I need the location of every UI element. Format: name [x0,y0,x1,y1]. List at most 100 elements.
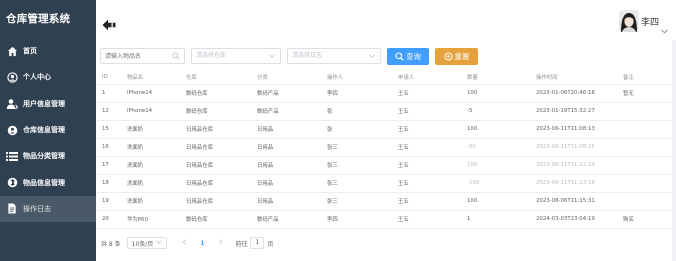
col-remark-cell [617,102,672,121]
back-arrow-icon[interactable] [102,16,116,31]
col-quantity-cell: 100 [461,120,530,139]
warehouse-select[interactable]: 请选择仓库 [191,48,281,64]
col-remark-cell [617,156,672,175]
col-category-header: 分类 [251,70,321,85]
col-applicant-cell: 王五 [392,156,461,175]
col-operator-cell: 张三 [321,156,392,175]
col-applicant-cell: 王五 [392,120,461,139]
col-operator-cell: 张三 [321,174,392,193]
col-remark-cell: 暂无 [617,84,672,103]
chevron-down-icon [156,240,162,247]
col-applicant-cell: 王五 [392,84,461,103]
filter-toolbar: 请选择仓库 请选择日志 查询 [96,48,672,65]
table-row[interactable]: 1 iPhone14 数码仓库 数码产品 李四 王五 100 2023-01-06T20:46… [96,84,672,103]
page-suffix: 页 [267,240,274,248]
pagination: 共 8 条 10条/页 1 前往 1 页 [96,237,672,249]
sidebar-item-profile[interactable]: 个人中心 [0,64,96,90]
col-applicant-cell: 王五 [392,174,461,193]
table-row[interactable]: 19 洗面奶 日用品仓库 日用品 张三 王五 100 2023-08-06T11:15:31 [96,192,672,211]
table-row[interactable]: 12 iPhone14 数码仓库 数码产品张王五 -5 2023-01-19T15:32:… [96,102,672,121]
col-id-header: ID [96,70,121,85]
app-title: 仓库管理系统 [6,13,71,25]
col-item-name-cell: 洗面奶 [121,138,180,157]
col-operator-cell: 张三 [321,192,392,211]
col-id-cell: 16 [96,138,121,157]
col-warehouse-header: 仓库 [180,70,251,85]
sidebar-item-logs[interactable]: 操作日志 [0,195,96,223]
col-quantity-cell: 100 [461,192,530,211]
goto-label: 前往 [235,240,248,248]
col-quantity-header: 数量 [461,70,530,85]
col-id-cell: 1 [96,84,121,103]
sidebar-item-home[interactable]: 首页 [0,38,96,64]
page-number[interactable]: 1 [197,240,207,247]
sidebar-item-label: 物品分类管理 [23,152,65,161]
warehouse-select-placeholder: 请选择仓库 [196,52,227,59]
col-warehouse-cell: 数码仓库 [180,84,251,103]
operation-select[interactable]: 请选择日志 [287,48,381,64]
next-page-button[interactable] [215,239,225,247]
col-item-name-header: 物品名 [121,70,180,85]
table-row[interactable]: 15 洗面奶 日用品仓库 日用品张王五 100 2023-06-11T11:08:13 [96,120,672,139]
query-button[interactable]: 查询 [387,48,429,65]
col-id-cell: 20 [96,210,121,229]
col-remark-cell [617,192,672,211]
search-icon [172,52,180,60]
chevron-down-icon [368,52,376,60]
col-operation-time-cell: 2023-01-19T15:32:27 [530,102,617,121]
col-remark-cell [617,120,672,139]
col-warehouse-cell: 日用品仓库 [180,174,251,193]
col-applicant-cell: 王五 [392,192,461,211]
list-icon [6,150,18,162]
col-id-cell: 15 [96,120,121,139]
user-name: 李四 [640,17,659,28]
table-row[interactable]: 16 洗面奶 日用品仓库 日用品 张三 王五 -50 2023-06-11T11:08:25 [96,138,672,157]
user-menu[interactable]: 李四 [618,10,668,33]
sidebar-item-label: 仓库信息管理 [23,126,65,135]
col-operator-cell: 张 [321,102,392,121]
col-remark-cell: 购买 [617,210,672,229]
reset-icon [444,52,453,61]
goto-page-input[interactable]: 1 [250,237,265,249]
col-operation-time-cell: 2023-06-11T11:13:18 [530,174,617,193]
col-category-cell: 数码产品 [251,84,321,103]
log-table: ID 物品名 仓库 分类 操作人 申请人 数量 操作时间 备注 1 iPhone14 数码仓库 数码产… [96,70,672,229]
col-warehouse-cell: 数码仓库 [180,102,251,121]
col-applicant-header: 申请人 [392,70,461,85]
document-icon [6,203,18,215]
prev-page-button[interactable] [179,239,189,247]
col-id-cell: 17 [96,156,121,175]
col-operation-time-cell: 2023-08-06T11:15:31 [530,192,617,211]
col-category-cell: 日用品 [251,138,321,157]
user-circle-icon [6,71,18,83]
reset-button[interactable]: 重置 [435,48,478,65]
col-remark-cell [617,174,672,193]
col-category-cell: 日用品 [251,120,321,139]
col-item-name-cell: iPhone14 [121,84,180,103]
col-category-cell: 日用品 [251,174,321,193]
col-warehouse-cell: 数码仓库 [180,210,251,229]
sidebar-item-items[interactable]: 物品信息管理 [0,169,96,195]
table-row[interactable]: 17 洗面奶 日用品仓库 日用品 张三 王五 100 2023-06-11T11:12:24 [96,156,672,175]
sidebar-item-users[interactable]: 用户信息管理 [0,91,96,117]
col-warehouse-cell: 日用品仓库 [180,156,251,175]
col-warehouse-cell: 日用品仓库 [180,120,251,139]
chevron-down-icon [268,52,276,60]
table-row[interactable]: 18 洗面奶 日用品仓库 日用品 张三 王五 -200 2023-06-11T11:13:18 [96,174,672,193]
page-size-select[interactable]: 10条/页 [126,237,168,249]
col-item-name-cell: 洗面奶 [121,192,180,211]
main-content: 请选择仓库 请选择日志 查询 [96,40,676,261]
col-warehouse-cell: 日用品仓库 [180,192,251,211]
sidebar: 仓库管理系统 首页 个人中心 用户信息管理 仓库信息管理 物品分类管理 物品信息… [0,0,96,261]
sidebar-item-warehouse[interactable]: 仓库信息管理 [0,117,96,143]
col-applicant-cell: 王五 [392,138,461,157]
sidebar-item-label: 首页 [23,47,37,56]
sidebar-item-categories[interactable]: 物品分类管理 [0,143,96,169]
col-remark-cell [617,138,672,157]
avatar [618,10,639,32]
chevron-down-icon [661,19,668,33]
item-name-filter[interactable] [100,48,185,64]
col-item-name-cell: 洗面奶 [121,120,180,139]
table-row[interactable]: 20 华为P60 数码仓库 数码产品 李四 王五 1 2024-03-03T23:04:19 购… [96,210,672,229]
col-quantity-cell: -200 [461,174,530,193]
